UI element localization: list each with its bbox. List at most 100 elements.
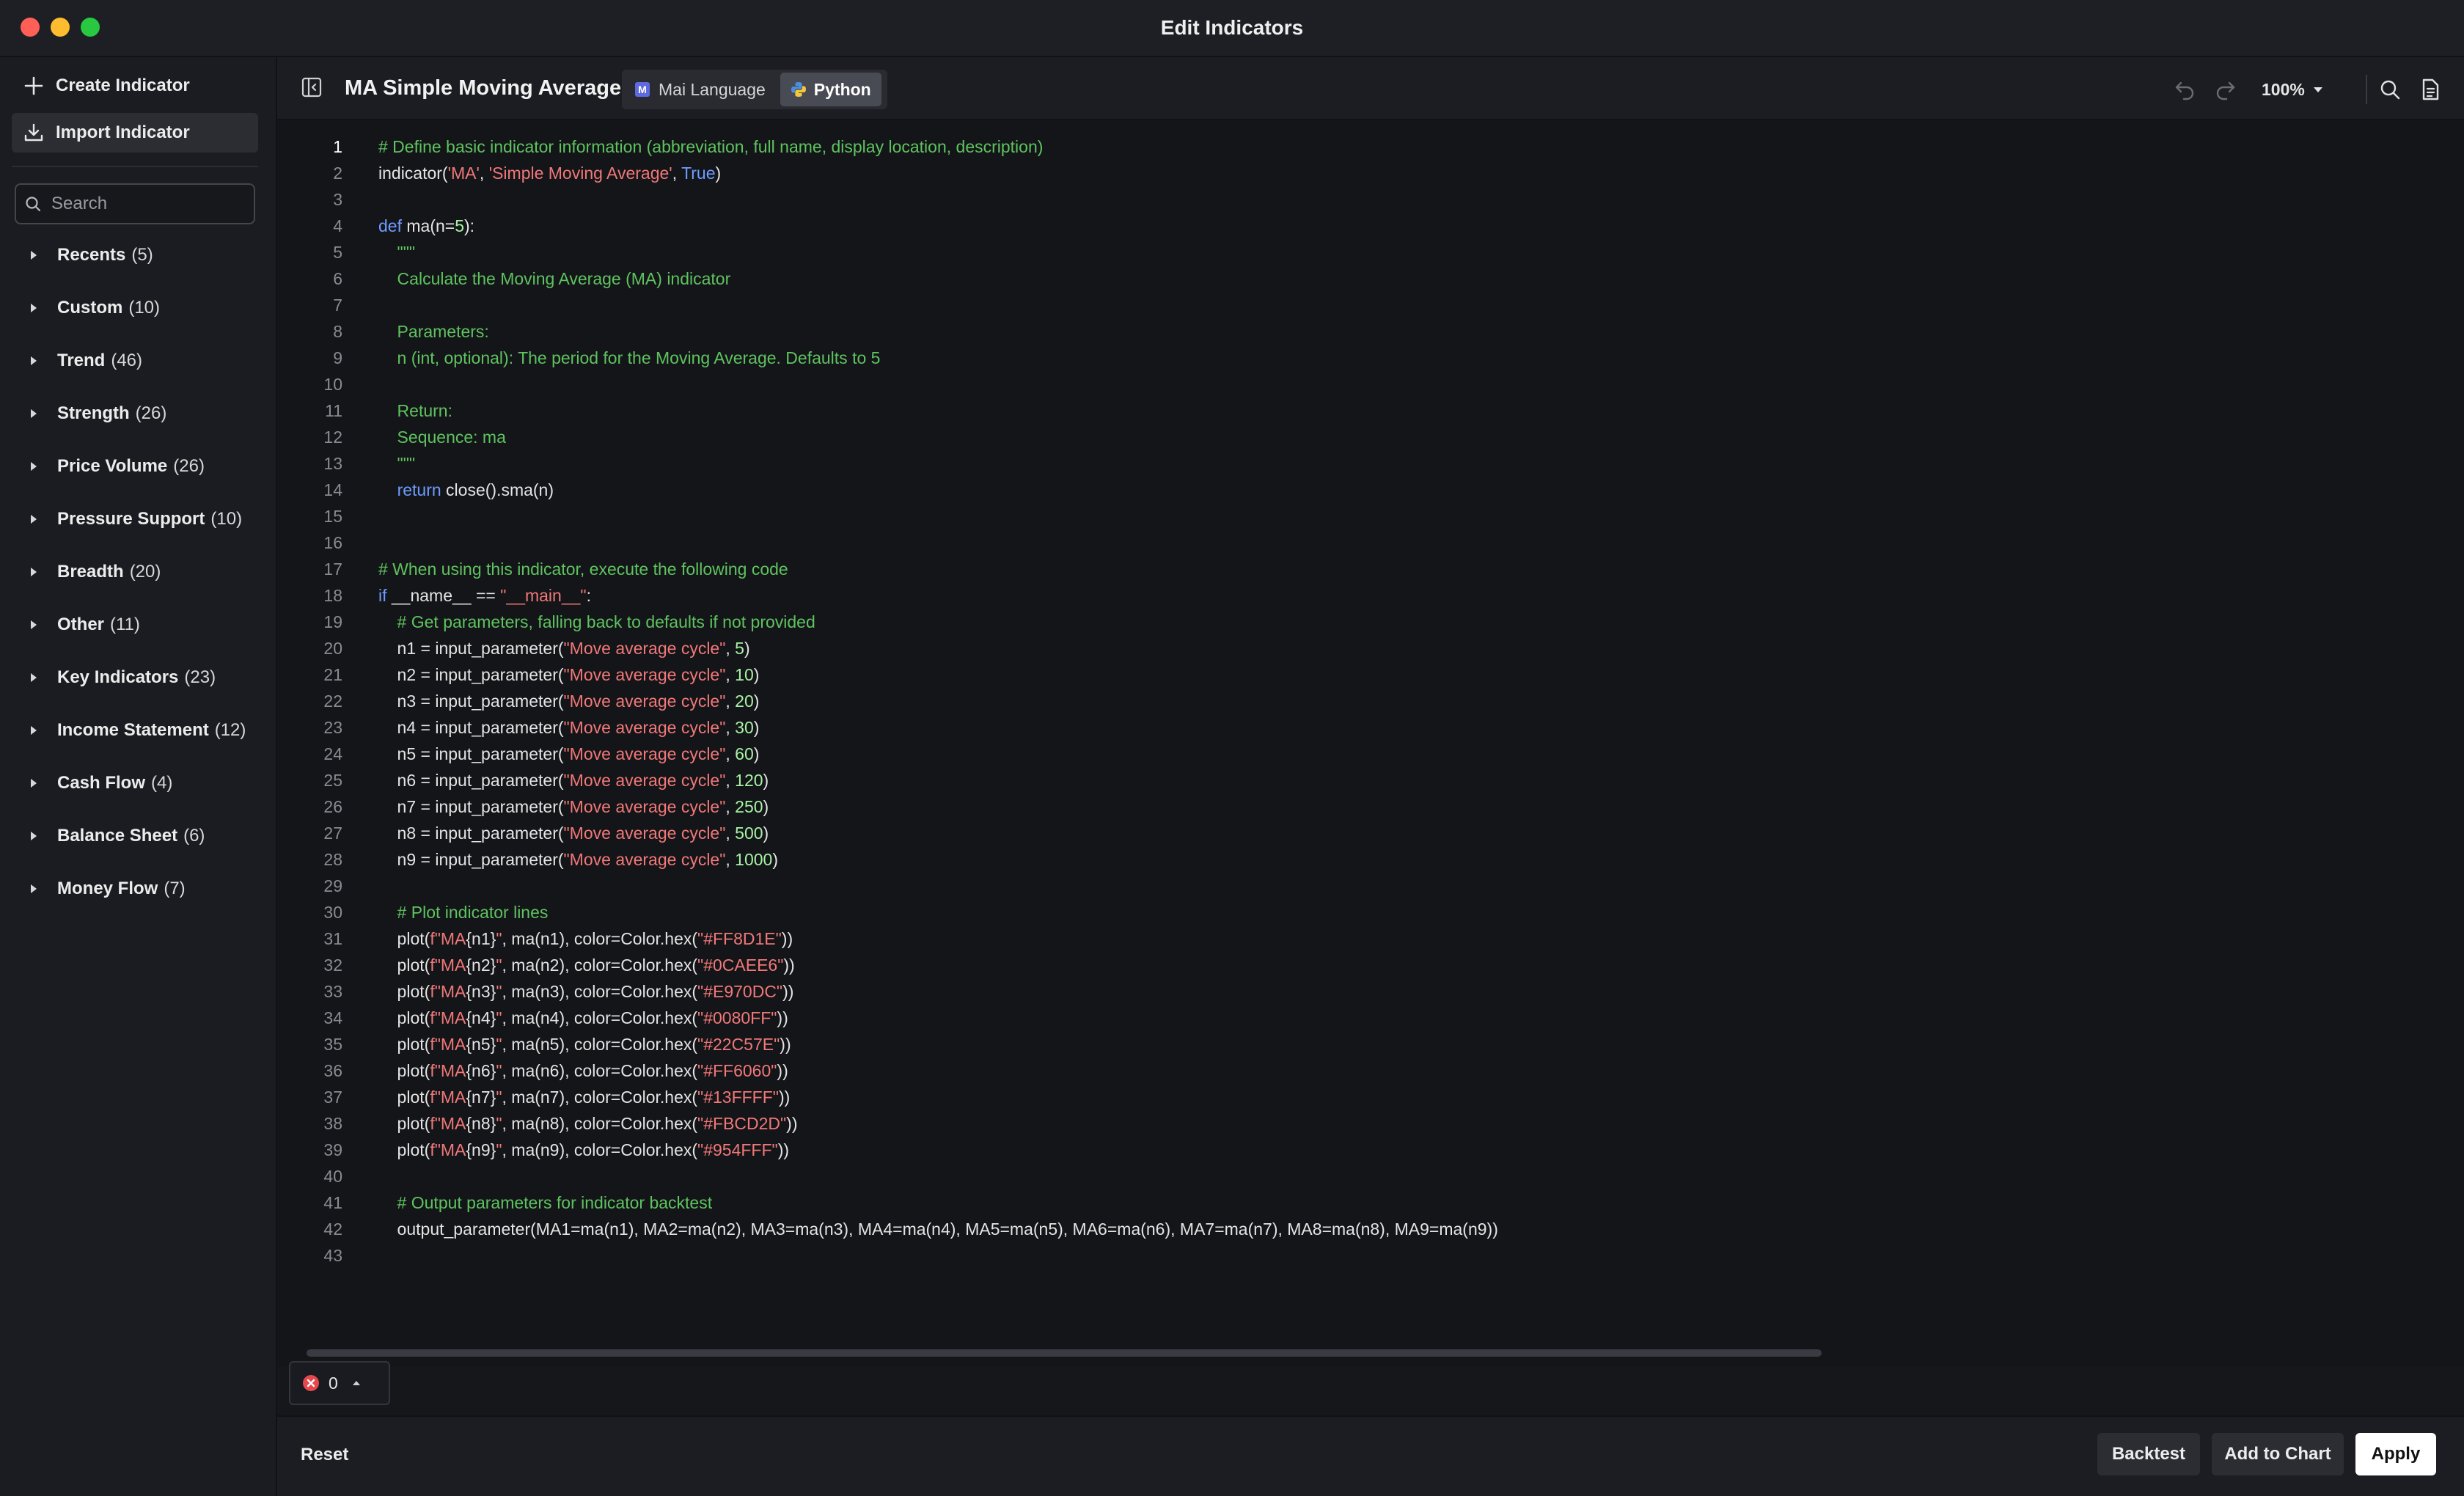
line-number: 29 <box>323 876 342 895</box>
category-name: Strength <box>57 403 130 423</box>
code-token: n2 = input_parameter( <box>378 664 564 684</box>
caret-right-icon <box>0 620 57 630</box>
line-number: 40 <box>323 1166 342 1186</box>
category-count: (4) <box>151 773 173 793</box>
category-name: Other <box>57 615 105 634</box>
sidebar-category-item[interactable]: Money Flow (7) <box>0 862 276 915</box>
code-line: 26 n7 = input_parameter("Move average cy… <box>277 793 1498 820</box>
search-input[interactable] <box>50 193 243 215</box>
code-token: Calculate the Moving Average (MA) indica… <box>378 268 731 288</box>
sidebar-category-item[interactable]: Income Statement (12) <box>0 704 276 757</box>
code-text: plot(f"MA{n1}", ma(n1), color=Color.hex(… <box>378 929 793 949</box>
window-title: Edit Indicators <box>1160 16 1304 39</box>
code-token: , ma(n8), color=Color.hex( <box>502 1113 698 1133</box>
sidebar-category-item[interactable]: Recents (5) <box>0 229 276 282</box>
sidebar-category-item[interactable]: Strength (26) <box>0 387 276 440</box>
code-token: n1 = input_parameter( <box>378 638 564 658</box>
code-token: plot( <box>378 928 430 948</box>
sidebar-divider <box>12 166 258 167</box>
problems-indicator[interactable]: 0 <box>289 1361 390 1405</box>
code-token: 10 <box>735 664 754 684</box>
code-line: 6 Calculate the Moving Average (MA) indi… <box>277 265 1498 292</box>
code-token: f"MA <box>430 1008 466 1027</box>
code-token: n3 = input_parameter( <box>378 691 564 711</box>
code-token: # Plot indicator lines <box>378 902 549 922</box>
code-token: plot( <box>378 1087 430 1107</box>
code-token: 120 <box>735 770 763 790</box>
code-token: ) <box>744 638 750 658</box>
code-token: , <box>725 849 736 869</box>
sidebar-category-item[interactable]: Pressure Support (10) <box>0 493 276 546</box>
code-text: n7 = input_parameter("Move average cycle… <box>378 797 769 817</box>
code-line: 32 plot(f"MA{n2}", ma(n2), color=Color.h… <box>277 952 1498 978</box>
document-icon[interactable] <box>2420 75 2441 104</box>
code-token: {n8} <box>466 1113 496 1133</box>
code-token: "Move average cycle" <box>563 796 726 816</box>
code-text: plot(f"MA{n3}", ma(n3), color=Color.hex(… <box>378 981 794 1002</box>
add-to-chart-button[interactable]: Add to Chart <box>2212 1433 2344 1475</box>
code-token: plot( <box>378 955 430 975</box>
code-token: "#E970DC" <box>697 981 783 1001</box>
code-token: n (int, optional): The period for the Mo… <box>378 348 881 367</box>
code-token: {n2} <box>466 955 496 975</box>
sidebar-category-item[interactable]: Breadth (20) <box>0 546 276 598</box>
tab-python[interactable]: Python <box>780 73 881 106</box>
code-token: # Get parameters, falling back to defaul… <box>378 612 815 631</box>
category-name: Money Flow <box>57 879 158 898</box>
code-token: "__main__" <box>500 585 587 605</box>
sidebar-category-item[interactable]: Trend (46) <box>0 334 276 387</box>
code-text: plot(f"MA{n5}", ma(n5), color=Color.hex(… <box>378 1035 791 1055</box>
sidebar-category-item[interactable]: Balance Sheet (6) <box>0 810 276 862</box>
code-text: if __name__ == "__main__": <box>378 586 591 606</box>
zoom-select[interactable]: 100% <box>2262 75 2324 104</box>
code-line: 27 n8 = input_parameter("Move average cy… <box>277 820 1498 846</box>
collapse-sidebar-icon[interactable] <box>301 76 323 102</box>
category-name: Income Statement <box>57 720 209 740</box>
redo-icon[interactable] <box>2215 75 2237 104</box>
code-token: "#13FFFF" <box>697 1087 779 1107</box>
code-token: , <box>725 717 736 737</box>
chevron-up-icon <box>351 1379 362 1387</box>
code-token: plot( <box>378 981 430 1001</box>
line-number: 25 <box>323 770 342 790</box>
line-number: 10 <box>323 374 342 394</box>
apply-button[interactable]: Apply <box>2355 1433 2436 1475</box>
code-token: )) <box>780 1034 791 1054</box>
backtest-button[interactable]: Backtest <box>2097 1433 2200 1475</box>
search-box <box>15 183 255 224</box>
sidebar-category-item[interactable]: Price Volume (26) <box>0 440 276 493</box>
caret-right-icon <box>0 303 57 313</box>
code-text: # Define basic indicator information (ab… <box>378 137 1043 157</box>
code-token: , ma(n1), color=Color.hex( <box>502 928 698 948</box>
code-editor[interactable]: 1 # Define basic indicator information (a… <box>277 120 2464 1367</box>
line-number: 11 <box>325 400 342 420</box>
code-line: 21 n2 = input_parameter("Move average cy… <box>277 661 1498 688</box>
chevron-down-icon <box>2312 85 2324 94</box>
tab-mai-language[interactable]: M Mai Language <box>625 73 776 106</box>
category-name: Recents <box>57 245 126 265</box>
import-indicator-button[interactable]: Import Indicator <box>12 113 258 153</box>
sidebar-category-item[interactable]: Custom (10) <box>0 282 276 334</box>
horizontal-scrollbar[interactable] <box>307 1349 1822 1357</box>
reset-button[interactable]: Reset <box>301 1445 348 1465</box>
line-number: 16 <box>323 532 342 552</box>
code-token: 30 <box>735 717 754 737</box>
create-indicator-button[interactable]: Create Indicator <box>12 66 258 106</box>
footer: Reset Backtest Add to Chart Apply <box>277 1415 2464 1496</box>
mai-language-icon: M <box>635 82 650 97</box>
code-token: {n9} <box>466 1140 496 1159</box>
caret-right-icon <box>0 461 57 472</box>
code-token: " <box>496 1113 502 1133</box>
editor-header: MA Simple Moving Average M Mai Language … <box>277 57 2464 120</box>
line-number: 1 <box>333 136 342 156</box>
undo-icon[interactable] <box>2174 75 2196 104</box>
code-token: , ma(n6), color=Color.hex( <box>502 1060 698 1080</box>
code-line: 38 plot(f"MA{n8}", ma(n8), color=Color.h… <box>277 1110 1498 1137</box>
error-count: 0 <box>329 1373 338 1393</box>
find-icon[interactable] <box>2379 75 2401 104</box>
sidebar-category-item[interactable]: Other (11) <box>0 598 276 651</box>
code-token: "Move average cycle" <box>563 717 726 737</box>
sidebar-category-item[interactable]: Key Indicators (23) <box>0 651 276 704</box>
code-line: 4 def ma(n=5): <box>277 213 1498 239</box>
sidebar-category-item[interactable]: Cash Flow (4) <box>0 757 276 810</box>
